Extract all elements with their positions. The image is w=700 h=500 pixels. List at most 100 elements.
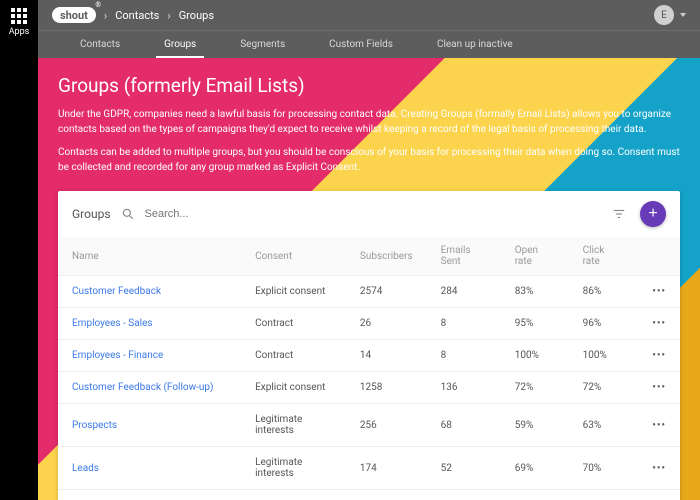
tab-custom-fields[interactable]: Custom Fields [307, 31, 415, 58]
cell-consent: Legitimate interests [241, 404, 346, 447]
cell-subscribers: 126 [346, 490, 427, 500]
cell-click: 86% [569, 276, 637, 308]
cell-subscribers: 1258 [346, 372, 427, 404]
cell-sent: 8 [427, 340, 501, 372]
search-input[interactable] [145, 208, 285, 220]
chevron-right-icon: › [167, 9, 170, 22]
row-menu-button[interactable]: ••• [637, 490, 681, 500]
tab-clean-up-inactive[interactable]: Clean up inactive [415, 31, 535, 58]
main-area: shout › Contacts › Groups E ContactsGrou… [38, 0, 700, 500]
chevron-down-icon[interactable] [680, 13, 686, 17]
group-link[interactable]: Prospects [72, 420, 117, 431]
col-header[interactable] [637, 237, 681, 276]
brand-logo[interactable]: shout [52, 7, 96, 23]
col-header[interactable]: Open rate [501, 237, 569, 276]
row-menu-button[interactable]: ••• [637, 340, 681, 372]
group-link[interactable]: Employees - Sales [72, 318, 153, 329]
cell-consent: Contract [241, 308, 346, 340]
filter-button[interactable] [608, 203, 630, 225]
cell-sent: 284 [427, 276, 501, 308]
cell-consent: Explicit consent [241, 276, 346, 308]
table-row: Customer Feedback (Follow-up) Explicit co… [58, 372, 680, 404]
apps-rail[interactable]: Apps [0, 0, 38, 500]
cell-name: Employees - Sales [58, 308, 241, 340]
cell-sent: 136 [427, 372, 501, 404]
group-link[interactable]: Employees - Finance [72, 350, 163, 361]
group-link[interactable]: Customer Feedback [72, 286, 161, 297]
breadcrumb-current: Groups [179, 9, 214, 22]
cell-open: 59% [501, 404, 569, 447]
chevron-right-icon: › [104, 9, 107, 22]
row-menu-button[interactable]: ••• [637, 372, 681, 404]
table-body: Customer FeedbackExplicit consent2574284… [58, 276, 680, 500]
row-menu-button[interactable]: ••• [637, 404, 681, 447]
cell-click: 96% [569, 308, 637, 340]
cell-open: 72% [501, 372, 569, 404]
cell-open: 83% [501, 276, 569, 308]
cell-name: Prospects [58, 404, 241, 447]
cell-sent: 52 [427, 447, 501, 490]
table-row: Prospects Legitimate interests2566859%63%… [58, 404, 680, 447]
card-header: Groups + [58, 191, 680, 237]
col-header[interactable]: Click rate [569, 237, 637, 276]
group-link[interactable]: Customer Feedback (Follow-up) [72, 382, 214, 393]
search-icon [121, 207, 135, 221]
cell-name: Employees - Finance [58, 340, 241, 372]
sub-nav: ContactsGroupsSegmentsCustom FieldsClean… [38, 30, 700, 58]
cell-name: Customer Feedback [58, 276, 241, 308]
tab-groups[interactable]: Groups [142, 31, 218, 58]
cell-name: Leads [58, 447, 241, 490]
cell-click: 89% [569, 490, 637, 500]
filter-icon [612, 207, 626, 221]
cell-subscribers: 174 [346, 447, 427, 490]
groups-table: NameConsentSubscribersEmails SentOpen ra… [58, 237, 680, 500]
cell-consent: Legitimate interests [241, 447, 346, 490]
card-title: Groups [72, 207, 111, 221]
cell-name: Customer Feedback (Follow-up) [58, 372, 241, 404]
add-group-button[interactable]: + [640, 201, 666, 227]
cell-sent: 36 [427, 490, 501, 500]
avatar[interactable]: E [654, 5, 674, 25]
page-content: Groups (formerly Email Lists) Under the … [38, 58, 700, 500]
top-bar: shout › Contacts › Groups E [38, 0, 700, 30]
cell-name: Enterprise Customers [58, 490, 241, 500]
col-header[interactable]: Consent [241, 237, 346, 276]
tab-segments[interactable]: Segments [218, 31, 307, 58]
apps-icon [11, 8, 27, 24]
page-description-1: Under the GDPR, companies need a lawful … [58, 107, 680, 137]
table-row: Leads Legitimate interests1745269%70%••• [58, 447, 680, 490]
row-menu-button[interactable]: ••• [637, 308, 681, 340]
cell-consent: Explicit consent [241, 490, 346, 500]
apps-label: Apps [9, 27, 30, 37]
col-header[interactable]: Emails Sent [427, 237, 501, 276]
cell-click: 72% [569, 372, 637, 404]
cell-sent: 68 [427, 404, 501, 447]
row-menu-button[interactable]: ••• [637, 276, 681, 308]
breadcrumb-parent[interactable]: Contacts [115, 9, 159, 22]
table-header-row: NameConsentSubscribersEmails SentOpen ra… [58, 237, 680, 276]
table-row: Employees - SalesContract26895%96%••• [58, 308, 680, 340]
cell-consent: Contract [241, 340, 346, 372]
groups-card: Groups + NameConsentSubscribersEmails Se… [58, 191, 680, 500]
cell-click: 63% [569, 404, 637, 447]
cell-open: 100% [501, 340, 569, 372]
group-link[interactable]: Leads [72, 463, 99, 474]
cell-open: 69% [501, 447, 569, 490]
page-title: Groups (formerly Email Lists) [58, 74, 680, 97]
table-row: Enterprise CustomersExplicit consent1263… [58, 490, 680, 500]
cell-subscribers: 26 [346, 308, 427, 340]
cell-click: 70% [569, 447, 637, 490]
cell-open: 85% [501, 490, 569, 500]
page-description-2: Contacts can be added to multiple groups… [58, 145, 680, 175]
tab-contacts[interactable]: Contacts [58, 31, 142, 58]
col-header[interactable]: Subscribers [346, 237, 427, 276]
cell-consent: Explicit consent [241, 372, 346, 404]
row-menu-button[interactable]: ••• [637, 447, 681, 490]
col-header[interactable]: Name [58, 237, 241, 276]
cell-open: 95% [501, 308, 569, 340]
cell-subscribers: 256 [346, 404, 427, 447]
cell-subscribers: 14 [346, 340, 427, 372]
table-row: Customer Feedback Explicit consent2574284… [58, 276, 680, 308]
cell-subscribers: 2574 [346, 276, 427, 308]
cell-click: 100% [569, 340, 637, 372]
